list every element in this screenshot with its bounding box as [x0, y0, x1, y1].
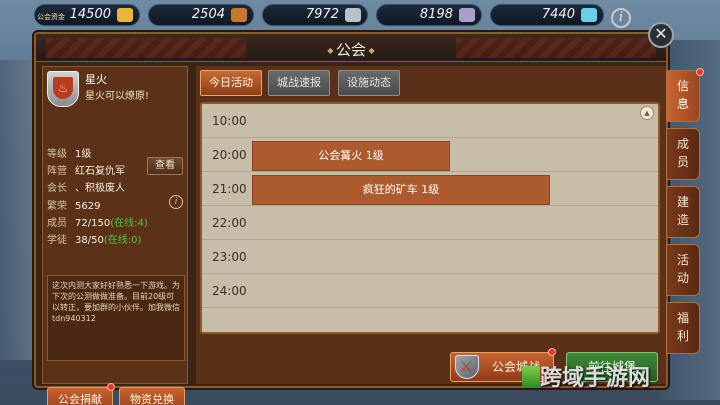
notification-dot — [107, 383, 115, 391]
schedule-row: 10:00 — [202, 104, 658, 138]
resource-value: 14500 — [69, 7, 111, 22]
info-value: 72/150 — [75, 218, 111, 229]
time-label: 21:00 — [212, 182, 247, 196]
resource-value: 2504 — [191, 7, 225, 22]
iron-icon — [459, 8, 475, 22]
title-bar: 公会 — [36, 34, 666, 62]
side-tab-label: 建造 — [676, 195, 689, 227]
notification-dot — [696, 68, 704, 76]
help-icon[interactable]: i — [611, 8, 631, 28]
schedule-row: 22:00 — [202, 206, 658, 240]
activity-schedule: ▲ 10:00 20:00 公会篝火 1级 21:00 疯狂的矿车 1级 22:… — [200, 102, 660, 334]
time-label: 24:00 — [212, 284, 247, 298]
side-tab-welfare[interactable]: 福利 — [666, 302, 700, 354]
guild-info-column: ♨ 星火 星火可以燎原! 等级 1级 阵营 红石复仇军 查看 会长 、积极废人 繁荣 5… — [42, 66, 188, 405]
guild-donate-button[interactable]: 公会捐献 — [47, 387, 113, 405]
tab-today-activity[interactable]: 今日活动 — [200, 70, 262, 96]
info-value: 5629 — [75, 201, 101, 212]
resource-wood: 2504 — [148, 4, 254, 26]
info-key: 阵营 — [47, 166, 67, 177]
event-bonfire[interactable]: 公会篝火 1级 — [252, 141, 450, 171]
time-label: 23:00 — [212, 250, 247, 264]
panel-title: 公会 — [36, 39, 666, 60]
supply-exchange-button[interactable]: 物资兑换 — [119, 387, 185, 405]
info-row-faction: 阵营 红石复仇军 — [47, 162, 125, 177]
view-button[interactable]: 查看 — [147, 157, 183, 175]
info-key: 等级 — [47, 149, 67, 160]
online-count: (在线:0) — [103, 235, 142, 246]
info-row-prosperity: 繁荣 5629 — [47, 197, 100, 212]
info-row-leader: 会长 、积极废人 — [47, 179, 125, 194]
schedule-row: 21:00 疯狂的矿车 1级 — [202, 172, 658, 206]
resource-label: 公会资金 — [37, 13, 65, 21]
info-value: 1级 — [75, 149, 92, 160]
time-label: 20:00 — [212, 148, 247, 162]
time-label: 22:00 — [212, 216, 247, 230]
side-tab-info[interactable]: 信息 — [666, 70, 700, 122]
schedule-row: 20:00 公会篝火 1级 — [202, 138, 658, 172]
notification-dot — [548, 348, 556, 356]
flame-icon: ♨ — [53, 77, 73, 99]
watermark: 跨域手游网 — [540, 366, 651, 391]
info-key: 繁荣 — [47, 201, 67, 212]
schedule-row: 23:00 — [202, 240, 658, 274]
guild-name: 星火 — [85, 73, 107, 86]
info-key: 学徒 — [47, 235, 67, 246]
info-key: 成员 — [47, 218, 67, 229]
shield-swords-icon — [455, 355, 479, 379]
resource-value: 8198 — [419, 7, 453, 22]
resource-iron: 8198 — [376, 4, 482, 26]
prosperity-info-icon[interactable]: i — [169, 195, 183, 209]
side-tab-members[interactable]: 成员 — [666, 128, 700, 180]
time-label: 10:00 — [212, 114, 247, 128]
info-row-level: 等级 1级 — [47, 145, 91, 160]
resource-bar: 公会资金 14500 2504 7972 8198 7440 i — [0, 4, 720, 28]
gold-bars-icon — [117, 8, 133, 22]
close-icon[interactable]: ✕ — [648, 22, 674, 48]
resource-value: 7972 — [305, 7, 339, 22]
guild-panel: 公会 ♨ 星火 星火可以燎原! 等级 1级 阵营红石复仇军 查看 会长、积极废人 … — [34, 32, 668, 405]
resource-stone: 7972 — [262, 4, 368, 26]
side-tab-label: 福利 — [676, 311, 689, 343]
info-value: 红石复仇军 — [75, 166, 125, 177]
info-row-members: 成员 72/150(在线:4) — [47, 214, 148, 229]
activity-content: 今日活动 城战速报 设施动态 ▲ 10:00 20:00 公会篝火 1级 21:… — [196, 66, 666, 384]
resource-crystal: 7440 — [490, 4, 604, 26]
resource-guild-funds: 公会资金 14500 — [34, 4, 140, 26]
info-value: 38/50 — [75, 235, 104, 246]
stone-icon — [345, 8, 361, 22]
online-count: (在线:4) — [110, 218, 148, 229]
side-tab-activity[interactable]: 活动 — [666, 244, 700, 296]
tab-facility-news[interactable]: 设施动态 — [338, 70, 400, 96]
side-tab-label: 成员 — [676, 137, 689, 169]
tab-siege-report[interactable]: 城战速报 — [268, 70, 330, 96]
info-row-apprentices: 学徒 38/50(在线:0) — [47, 231, 141, 246]
info-key: 会长 — [47, 183, 67, 194]
event-crazy-minecart[interactable]: 疯狂的矿车 1级 — [252, 175, 550, 205]
schedule-row: 24:00 — [202, 274, 658, 308]
guild-slogan: 星火可以燎原! — [85, 91, 150, 102]
side-tab-label: 活动 — [676, 253, 689, 285]
wood-icon — [231, 8, 247, 22]
guild-emblem: ♨ — [47, 71, 79, 107]
info-value: 、积极废人 — [75, 183, 125, 194]
side-tab-label: 信息 — [676, 79, 689, 111]
guild-notice: 这次内测大家好好熟悉一下游戏。为下次的公测做做准备。目前20级可以转正，要加群的… — [47, 275, 185, 361]
watermark-logo-icon — [522, 366, 540, 388]
side-tab-build[interactable]: 建造 — [666, 186, 700, 238]
resource-value: 7440 — [541, 7, 575, 22]
crystal-icon — [581, 8, 597, 22]
